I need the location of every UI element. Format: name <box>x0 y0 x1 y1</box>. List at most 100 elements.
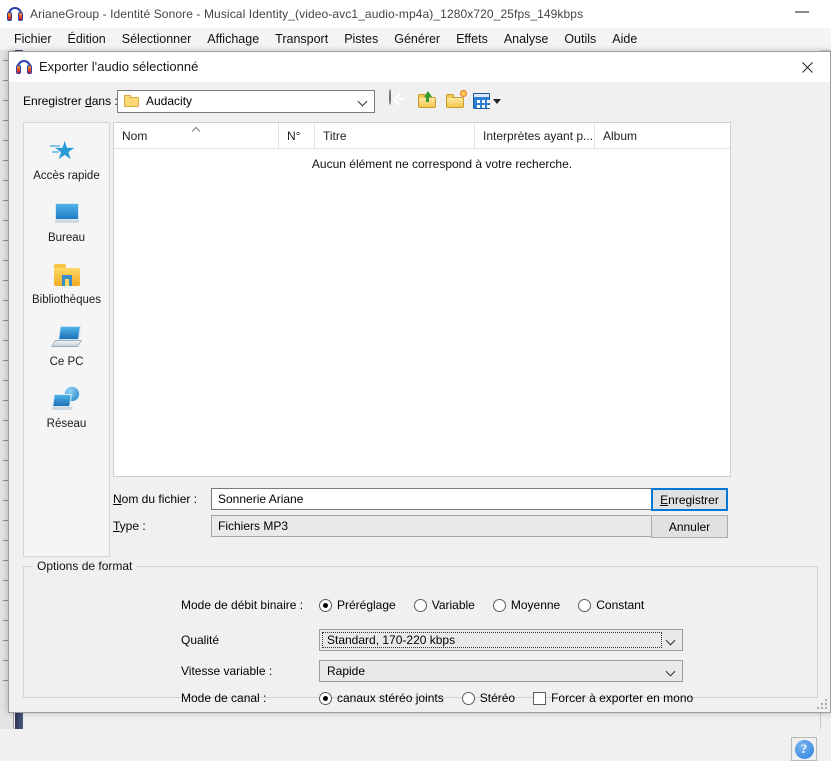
app-titlebar: ArianeGroup - Identité Sonore - Musical… <box>0 0 831 28</box>
quality-row: Qualité Standard, 170-220 kbps <box>181 629 683 651</box>
sort-ascending-icon <box>192 126 201 131</box>
channel-mode-label: Mode de canal : <box>181 691 267 705</box>
file-name-input[interactable]: Sonnerie Ariane <box>211 488 723 510</box>
radio-indicator <box>319 691 332 705</box>
menu-fichier[interactable]: Fichier <box>6 30 60 48</box>
chevron-down-icon[interactable] <box>493 98 501 104</box>
radio-label: Variable <box>431 598 475 612</box>
back-icon[interactable] <box>389 89 411 112</box>
dialog-title: Exporter l'audio sélectionné <box>39 59 199 74</box>
column-header-numero[interactable]: N° <box>279 122 315 149</box>
place-reseau[interactable]: Réseau <box>24 385 109 445</box>
file-list-header: Nom N° Titre Interprètes ayant p... Albu… <box>114 122 730 149</box>
file-name-value: Sonnerie Ariane <box>218 492 304 506</box>
variable-speed-label: Vitesse variable : <box>181 664 273 678</box>
radio-constant[interactable]: Constant <box>578 598 644 612</box>
menu-analyse[interactable]: Analyse <box>496 30 556 48</box>
quality-label: Qualité <box>181 633 220 647</box>
folder-icon <box>124 95 139 107</box>
menu-effets[interactable]: Effets <box>448 30 496 48</box>
place-ce-pc[interactable]: Ce PC <box>24 323 109 383</box>
network-globe-icon <box>50 385 84 415</box>
column-label: Interprètes ayant p... <box>483 128 594 143</box>
new-folder-icon[interactable] <box>445 90 467 112</box>
place-bibliotheques[interactable]: Bibliothèques <box>24 261 109 321</box>
resize-grip[interactable] <box>816 698 827 709</box>
place-label: Réseau <box>46 418 87 430</box>
quality-combobox[interactable]: Standard, 170-220 kbps <box>319 629 683 651</box>
variable-speed-row: Vitesse variable : Rapide <box>181 660 683 682</box>
audacity-headphones-icon <box>7 6 23 22</box>
quick-access-star-icon: ★ <box>49 137 84 167</box>
place-bureau[interactable]: Bureau <box>24 199 109 259</box>
radio-preset[interactable]: Préréglage <box>319 598 396 612</box>
column-label: Nom <box>122 128 148 143</box>
checkbox-force-mono[interactable]: Forcer à exporter en mono <box>533 691 693 705</box>
radio-label: Constant <box>596 598 645 612</box>
chevron-down-icon[interactable] <box>352 91 374 112</box>
checkbox-indicator <box>533 691 547 705</box>
views-icon[interactable] <box>473 91 503 112</box>
empty-results-message: Aucun élément ne correspond à votre rech… <box>311 157 573 171</box>
dialog-titlebar: Exporter l'audio sélectionné <box>9 52 830 82</box>
menu-edition[interactable]: Édition <box>60 30 114 48</box>
cancel-button[interactable]: Annuler <box>651 515 728 538</box>
place-label: Ce PC <box>49 356 84 368</box>
radio-average[interactable]: Moyenne <box>492 598 561 612</box>
menu-transport[interactable]: Transport <box>267 30 336 48</box>
radio-indicator <box>492 598 506 612</box>
up-folder-icon[interactable] <box>417 90 439 112</box>
menu-affichage[interactable]: Affichage <box>199 30 267 48</box>
menu-aide[interactable]: Aide <box>604 30 645 48</box>
audacity-headphones-icon <box>16 59 32 75</box>
place-label: Bureau <box>47 232 86 244</box>
cancel-button-label: Annuler <box>668 519 711 534</box>
question-mark-icon: ? <box>794 739 814 759</box>
column-header-nom[interactable]: Nom <box>114 122 279 149</box>
chevron-down-icon[interactable] <box>660 661 682 681</box>
radio-label: Stéréo <box>479 691 516 705</box>
column-label: Album <box>603 128 638 143</box>
file-list[interactable]: Nom N° Titre Interprètes ayant p... Albu… <box>113 122 731 477</box>
variable-speed-value: Rapide <box>327 664 366 678</box>
radio-variable[interactable]: Variable <box>413 598 475 612</box>
navigation-toolbar <box>389 89 503 112</box>
save-in-label: Enregistrer dans : <box>23 94 118 108</box>
chevron-down-icon[interactable] <box>660 630 682 650</box>
bitrate-mode-row: Mode de débit binaire : Préréglage Varia… <box>181 598 662 612</box>
desktop-monitor-icon <box>50 199 84 229</box>
format-options-group: Options de format Mode de débit binaire … <box>23 559 818 705</box>
radio-indicator <box>461 691 475 705</box>
column-header-album[interactable]: Album <box>595 123 730 149</box>
radio-label: canaux stéréo joints <box>337 691 444 705</box>
file-type-combobox[interactable]: Fichiers MP3 <box>211 515 723 537</box>
close-icon[interactable] <box>785 52 830 82</box>
radio-joint-stereo[interactable]: canaux stéréo joints <box>319 691 444 705</box>
minimize-button[interactable] <box>795 11 809 13</box>
this-pc-laptop-icon <box>50 323 84 353</box>
file-type-label: Type : <box>113 519 146 533</box>
column-header-interpretes[interactable]: Interprètes ayant p... <box>475 122 595 149</box>
save-button[interactable]: Enregistrer <box>651 488 728 511</box>
file-name-label: Nom du fichier : <box>113 492 198 506</box>
checkbox-label: Forcer à exporter en mono <box>551 691 694 705</box>
menu-generer[interactable]: Générer <box>386 30 448 48</box>
format-options-legend: Options de format <box>33 559 137 573</box>
radio-indicator <box>578 598 592 612</box>
channel-mode-row: Mode de canal : canaux stéréo joints Sté… <box>181 691 711 705</box>
export-audio-dialog: Exporter l'audio sélectionné Enregistrer… <box>8 51 831 761</box>
save-in-combobox[interactable]: Audacity <box>117 89 375 113</box>
place-label: Accès rapide <box>33 170 100 182</box>
radio-indicator <box>319 598 332 612</box>
column-header-titre[interactable]: Titre <box>315 122 475 149</box>
place-acces-rapide[interactable]: ★ Accès rapide <box>24 137 109 197</box>
menu-selectionner[interactable]: Sélectionner <box>114 30 200 48</box>
radio-label: Moyenne <box>510 598 561 612</box>
save-in-value: Audacity <box>146 94 193 108</box>
help-button[interactable]: ? <box>791 737 817 761</box>
variable-speed-combobox[interactable]: Rapide <box>319 660 683 682</box>
menu-pistes[interactable]: Pistes <box>336 30 386 48</box>
radio-stereo[interactable]: Stéréo <box>461 691 516 705</box>
menu-outils[interactable]: Outils <box>556 30 604 48</box>
save-in-row: Enregistrer dans : Audacity <box>9 84 831 118</box>
